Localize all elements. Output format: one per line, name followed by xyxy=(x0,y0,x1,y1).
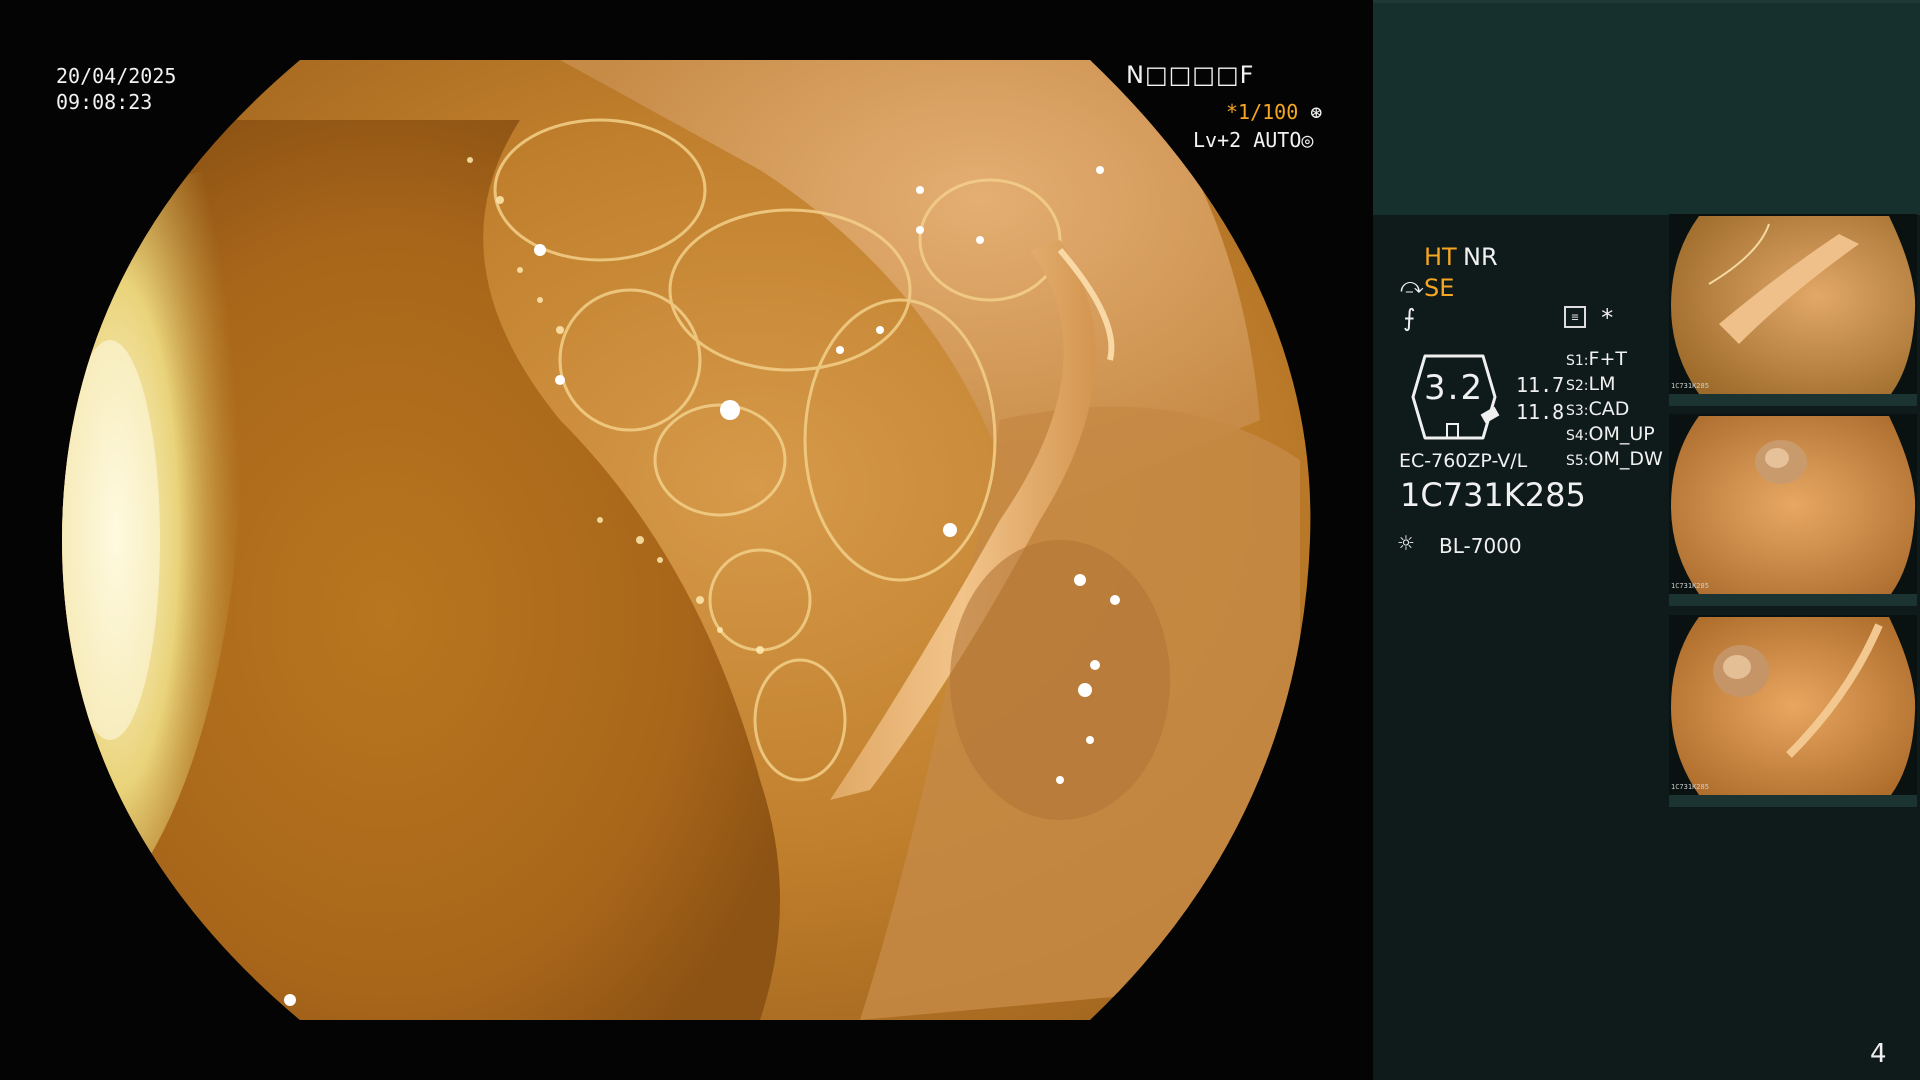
switch-s2: S2:LM xyxy=(1566,372,1616,398)
mode-se: SE xyxy=(1424,274,1455,302)
switch-value: OM_DW xyxy=(1588,448,1663,470)
structure-enhance-icon: ⤼ xyxy=(1400,274,1424,299)
switch-key: S5: xyxy=(1566,453,1589,469)
mode-nr: NR xyxy=(1463,243,1498,271)
record-icon: ≡ xyxy=(1564,306,1586,328)
patient-id: N□□□□F xyxy=(1126,61,1255,89)
scope-model: EC-760ZP-V/L xyxy=(1399,450,1528,472)
thumbnail-image xyxy=(1671,617,1916,795)
panel-header-block xyxy=(1373,0,1920,215)
switch-s5: S5:OM_DW xyxy=(1566,447,1663,473)
switch-value: LM xyxy=(1588,373,1616,395)
brightness-level: Lv+2 AUTO◎ xyxy=(1193,127,1313,153)
switch-s4: S4:OM_UP xyxy=(1566,422,1655,448)
mode-ht: HT xyxy=(1424,243,1457,271)
thumbnail-band xyxy=(1669,795,1917,807)
page-number: 4 xyxy=(1870,1039,1887,1069)
gauge-readout-2: 11.8 xyxy=(1516,400,1565,424)
shutter-speed: *1/100 ⊛ xyxy=(1226,99,1322,125)
capture-thumbnail-1[interactable]: 1C731K285 xyxy=(1669,214,1917,406)
magnification-value: 3.2 xyxy=(1424,368,1485,408)
switch-key: S3: xyxy=(1566,403,1589,419)
switch-value: OM_UP xyxy=(1588,423,1655,445)
thumbnail-image xyxy=(1671,216,1916,394)
panel-divider xyxy=(1373,0,1920,3)
thumbnail-band xyxy=(1669,394,1917,406)
thumbnail-image xyxy=(1671,416,1916,594)
thumbnail-serial: 1C731K285 xyxy=(1671,783,1709,791)
thumbnail-serial: 1C731K285 xyxy=(1671,382,1709,390)
switch-value: F+T xyxy=(1588,348,1627,370)
endoscope-live-view: 20/04/2025 09:08:23 N□□□□F *1/100 ⊛ Lv+2… xyxy=(0,0,1373,1080)
switch-s1: S1:F+T xyxy=(1566,347,1627,373)
capture-thumbnail-3[interactable]: 1C731K285 xyxy=(1669,615,1917,807)
exam-time: 09:08:23 xyxy=(56,90,153,114)
shutter-value: *1/100 xyxy=(1226,100,1299,124)
switch-value: CAD xyxy=(1588,398,1630,420)
star-icon: * xyxy=(1600,304,1615,332)
gauge-readout-1: 11.7 xyxy=(1516,373,1565,397)
iris-icon: ◎ xyxy=(1301,128,1314,152)
switch-key: S1: xyxy=(1566,353,1589,369)
endoscopic-image xyxy=(62,60,1311,1020)
scope-serial: 1C731K285 xyxy=(1400,476,1586,514)
switch-key: S4: xyxy=(1566,428,1589,444)
aperture-wheel-icon: ⊛ xyxy=(1298,100,1323,124)
thumbnail-serial: 1C731K285 xyxy=(1671,582,1709,590)
freeze-icon: ⨍ xyxy=(1403,304,1416,332)
capture-thumbnail-2[interactable]: 1C731K285 xyxy=(1669,414,1917,606)
level-value: Lv+2 AUTO xyxy=(1193,128,1302,152)
thumbnail-band xyxy=(1669,594,1917,606)
light-source-model: BL-7000 xyxy=(1439,534,1522,558)
info-panel: HT NR ⤼ SE ⨍ ≡ * 3.2 11.7 11.8 S1:F+T S2… xyxy=(1373,0,1920,1080)
exam-date: 20/04/2025 xyxy=(56,64,177,88)
switch-key: S2: xyxy=(1566,378,1589,394)
endoscopy-screen: 20/04/2025 09:08:23 N□□□□F *1/100 ⊛ Lv+2… xyxy=(0,0,1920,1080)
switch-s3: S3:CAD xyxy=(1566,397,1629,423)
light-source-icon: ☼ xyxy=(1398,529,1414,559)
